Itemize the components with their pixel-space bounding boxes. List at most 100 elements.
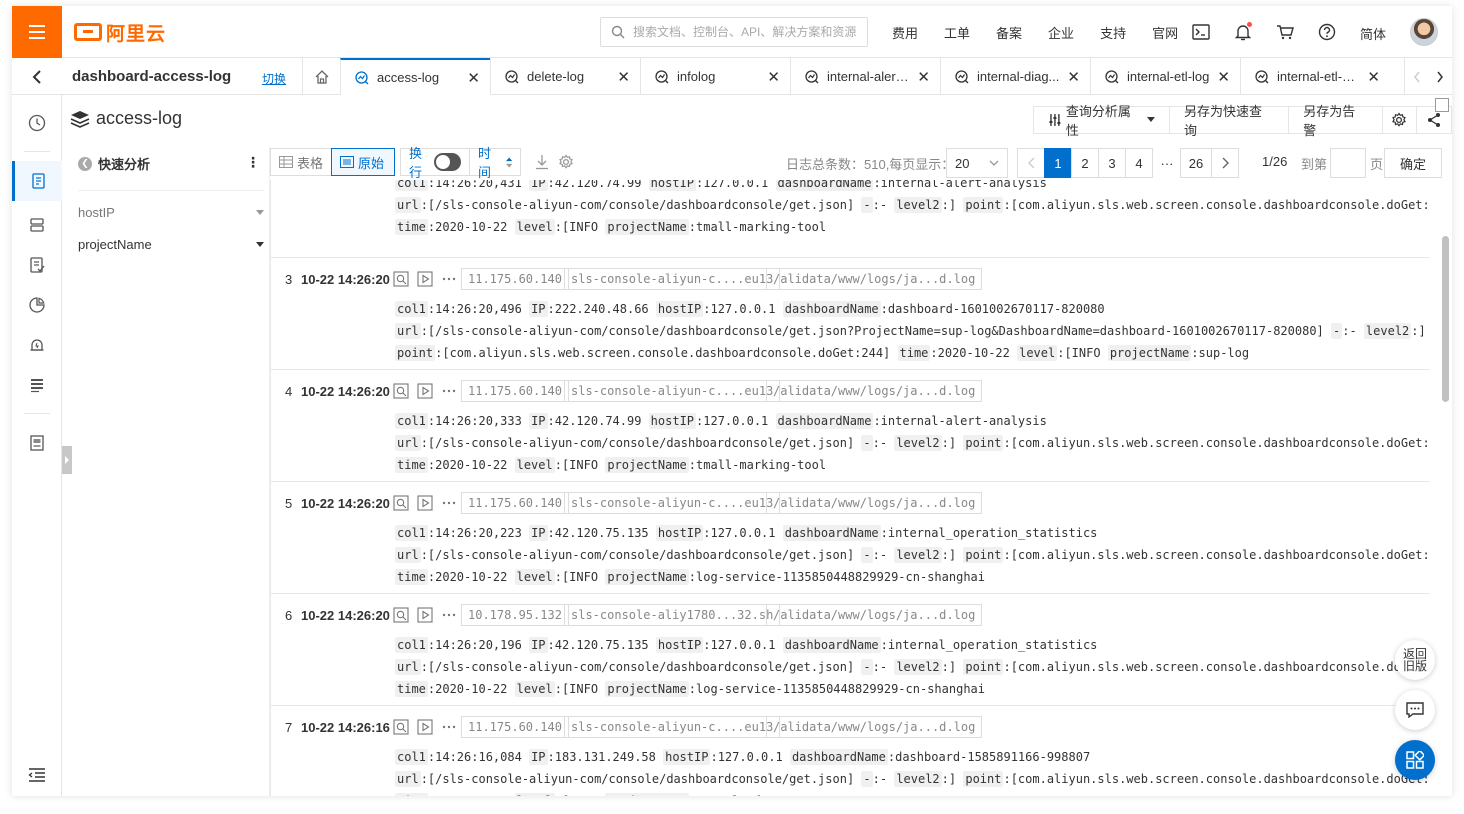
more-icon[interactable] — [440, 270, 458, 288]
log-value[interactable]: :[com.aliyun.sls.web.screen.console.dash… — [1003, 772, 1430, 786]
log-value[interactable]: :] — [942, 660, 964, 674]
context-browse-icon[interactable] — [392, 382, 410, 400]
log-tag[interactable]: /alidata/www/logs/ja...d.log — [766, 492, 983, 514]
log-value[interactable]: :] — [1411, 324, 1425, 338]
log-value[interactable]: :42.120.75.135 — [548, 526, 656, 540]
chevron-left-icon[interactable] — [1413, 71, 1421, 83]
log-key[interactable]: level — [514, 219, 555, 235]
tab-internal-etl-pr[interactable]: internal-etl-pr... ✕ — [1240, 58, 1390, 95]
live-tail-icon[interactable] — [416, 494, 434, 512]
log-tag[interactable]: sls-console-aliyun-c....eu13 — [564, 268, 781, 290]
log-value[interactable]: :[INFO — [555, 682, 606, 696]
history-icon[interactable] — [12, 103, 62, 143]
log-value[interactable]: :] — [942, 198, 964, 212]
log-key[interactable]: url — [395, 323, 421, 339]
more-options-icon[interactable]: ⋮ — [246, 154, 260, 171]
log-tag[interactable]: sls-console-aliyun-c....eu13 — [564, 716, 781, 738]
table-view-button[interactable]: 表格 — [270, 148, 332, 176]
live-tail-icon[interactable] — [416, 718, 434, 736]
log-value[interactable]: :14:26:20,496 — [428, 302, 529, 316]
log-key[interactable]: IP — [529, 180, 548, 191]
log-value[interactable]: :- — [873, 660, 895, 674]
log-key[interactable]: IP — [529, 413, 548, 429]
tab-internal-etl-log[interactable]: internal-etl-log ✕ — [1090, 58, 1240, 95]
log-tag[interactable]: /alidata/www/logs/ja...d.log — [766, 380, 983, 402]
log-value[interactable]: :] — [942, 548, 964, 562]
log-value[interactable]: :- — [873, 436, 895, 450]
log-value[interactable]: :183.131.249.58 — [548, 750, 664, 764]
log-value[interactable]: :internal-alert-analysis — [873, 180, 1046, 190]
log-key[interactable]: projectName — [605, 569, 689, 585]
log-key[interactable]: projectName — [1107, 345, 1192, 361]
log-key[interactable]: projectName — [605, 219, 689, 235]
log-tag[interactable]: sls-console-aliyun-c....eu13 — [564, 492, 781, 514]
log-tag[interactable]: 10.178.95.132 — [461, 604, 569, 626]
log-value[interactable]: :42.120.74.99 — [548, 414, 649, 428]
collapse-icon[interactable]: ❮ — [78, 156, 92, 171]
log-key[interactable]: dashboardName — [789, 749, 888, 765]
log-value[interactable]: :[INFO — [555, 220, 606, 234]
back-button[interactable] — [12, 58, 62, 95]
more-icon[interactable] — [440, 718, 458, 736]
log-value[interactable]: :2020-10-22 — [428, 458, 515, 472]
log-key[interactable]: dashboardName — [782, 301, 881, 317]
log-value[interactable]: :2020-10-22 — [428, 682, 515, 696]
close-icon[interactable]: ✕ — [767, 68, 780, 86]
field-projectname[interactable]: projectName — [78, 232, 264, 256]
log-key[interactable]: col1 — [395, 180, 428, 191]
log-value[interactable]: :[com.aliyun.sls.web.screen.console.dash… — [1003, 436, 1430, 450]
close-icon[interactable]: ✕ — [1367, 68, 1380, 86]
log-value[interactable]: :[/sls-console-aliyun-com/console/dashbo… — [421, 198, 862, 212]
nav-link[interactable]: 官网 — [1152, 23, 1178, 42]
settings-button[interactable] — [1381, 106, 1418, 134]
log-value[interactable]: :[/sls-console-aliyun-com/console/dashbo… — [421, 436, 862, 450]
log-key[interactable]: url — [395, 435, 421, 451]
feedback-button[interactable] — [1395, 690, 1435, 730]
log-value[interactable]: :rsvpplatform — [689, 794, 783, 796]
log-value[interactable]: :[/sls-console-aliyun-com/console/dashbo… — [421, 324, 1331, 338]
gear-icon[interactable] — [558, 154, 574, 170]
nav-link[interactable]: 企业 — [1048, 23, 1074, 42]
menu-icon[interactable] — [12, 6, 62, 58]
log-key[interactable]: level2 — [894, 659, 942, 675]
log-key[interactable]: level — [514, 793, 555, 796]
log-value[interactable]: :[com.aliyun.sls.web.screen.console.dash… — [1003, 660, 1430, 674]
tab-access-log[interactable]: access-log ✕ — [340, 58, 490, 95]
confirm-button[interactable]: 确定 — [1384, 148, 1442, 178]
save-alert-button[interactable]: 另存为告警 — [1288, 104, 1383, 138]
nav-link[interactable]: 工单 — [944, 23, 970, 42]
log-key[interactable]: col1 — [395, 637, 428, 653]
log-key[interactable]: time — [395, 219, 428, 235]
log-key[interactable]: level — [514, 681, 555, 697]
log-value[interactable]: :tmall-marking-tool — [689, 458, 826, 472]
log-key[interactable]: point — [963, 547, 1004, 563]
log-key[interactable]: point — [963, 659, 1004, 675]
log-key[interactable]: IP — [529, 637, 548, 653]
bell-icon[interactable] — [1232, 21, 1254, 43]
log-key[interactable]: level2 — [894, 435, 942, 451]
search-box[interactable] — [600, 17, 868, 47]
log-key[interactable]: col1 — [395, 525, 428, 541]
log-tag[interactable]: /alidata/www/logs/ja...d.log — [766, 604, 983, 626]
log-key[interactable]: IP — [529, 749, 548, 765]
log-key[interactable]: projectName — [605, 457, 689, 473]
log-value[interactable]: :[com.aliyun.sls.web.screen.console.dash… — [435, 346, 897, 360]
log-key[interactable]: projectName — [605, 681, 689, 697]
log-key[interactable]: url — [395, 547, 421, 563]
close-icon[interactable]: ✕ — [1067, 68, 1080, 86]
switch-project-link[interactable]: 切换 — [262, 70, 286, 87]
log-value[interactable]: :internal-alert-analysis — [873, 414, 1046, 428]
page-button[interactable]: 1 — [1044, 148, 1072, 178]
log-value[interactable]: :127.0.0.1 — [696, 414, 775, 428]
scrollbar-thumb[interactable] — [1442, 236, 1449, 402]
log-key[interactable]: point — [963, 771, 1004, 787]
context-browse-icon[interactable] — [392, 270, 410, 288]
log-value[interactable]: :14:26:20,431 — [428, 180, 529, 190]
log-value[interactable]: :tmall-marking-tool — [689, 220, 826, 234]
page-size-select[interactable]: 20 — [946, 148, 1008, 178]
log-value[interactable]: :2020-10-22 — [930, 346, 1017, 360]
nav-link[interactable]: 备案 — [996, 23, 1022, 42]
more-icon[interactable] — [440, 382, 458, 400]
log-value[interactable]: :log-service-1135850448829929-cn-shangha… — [689, 570, 985, 584]
log-value[interactable]: :2020-10-22 — [428, 794, 515, 796]
